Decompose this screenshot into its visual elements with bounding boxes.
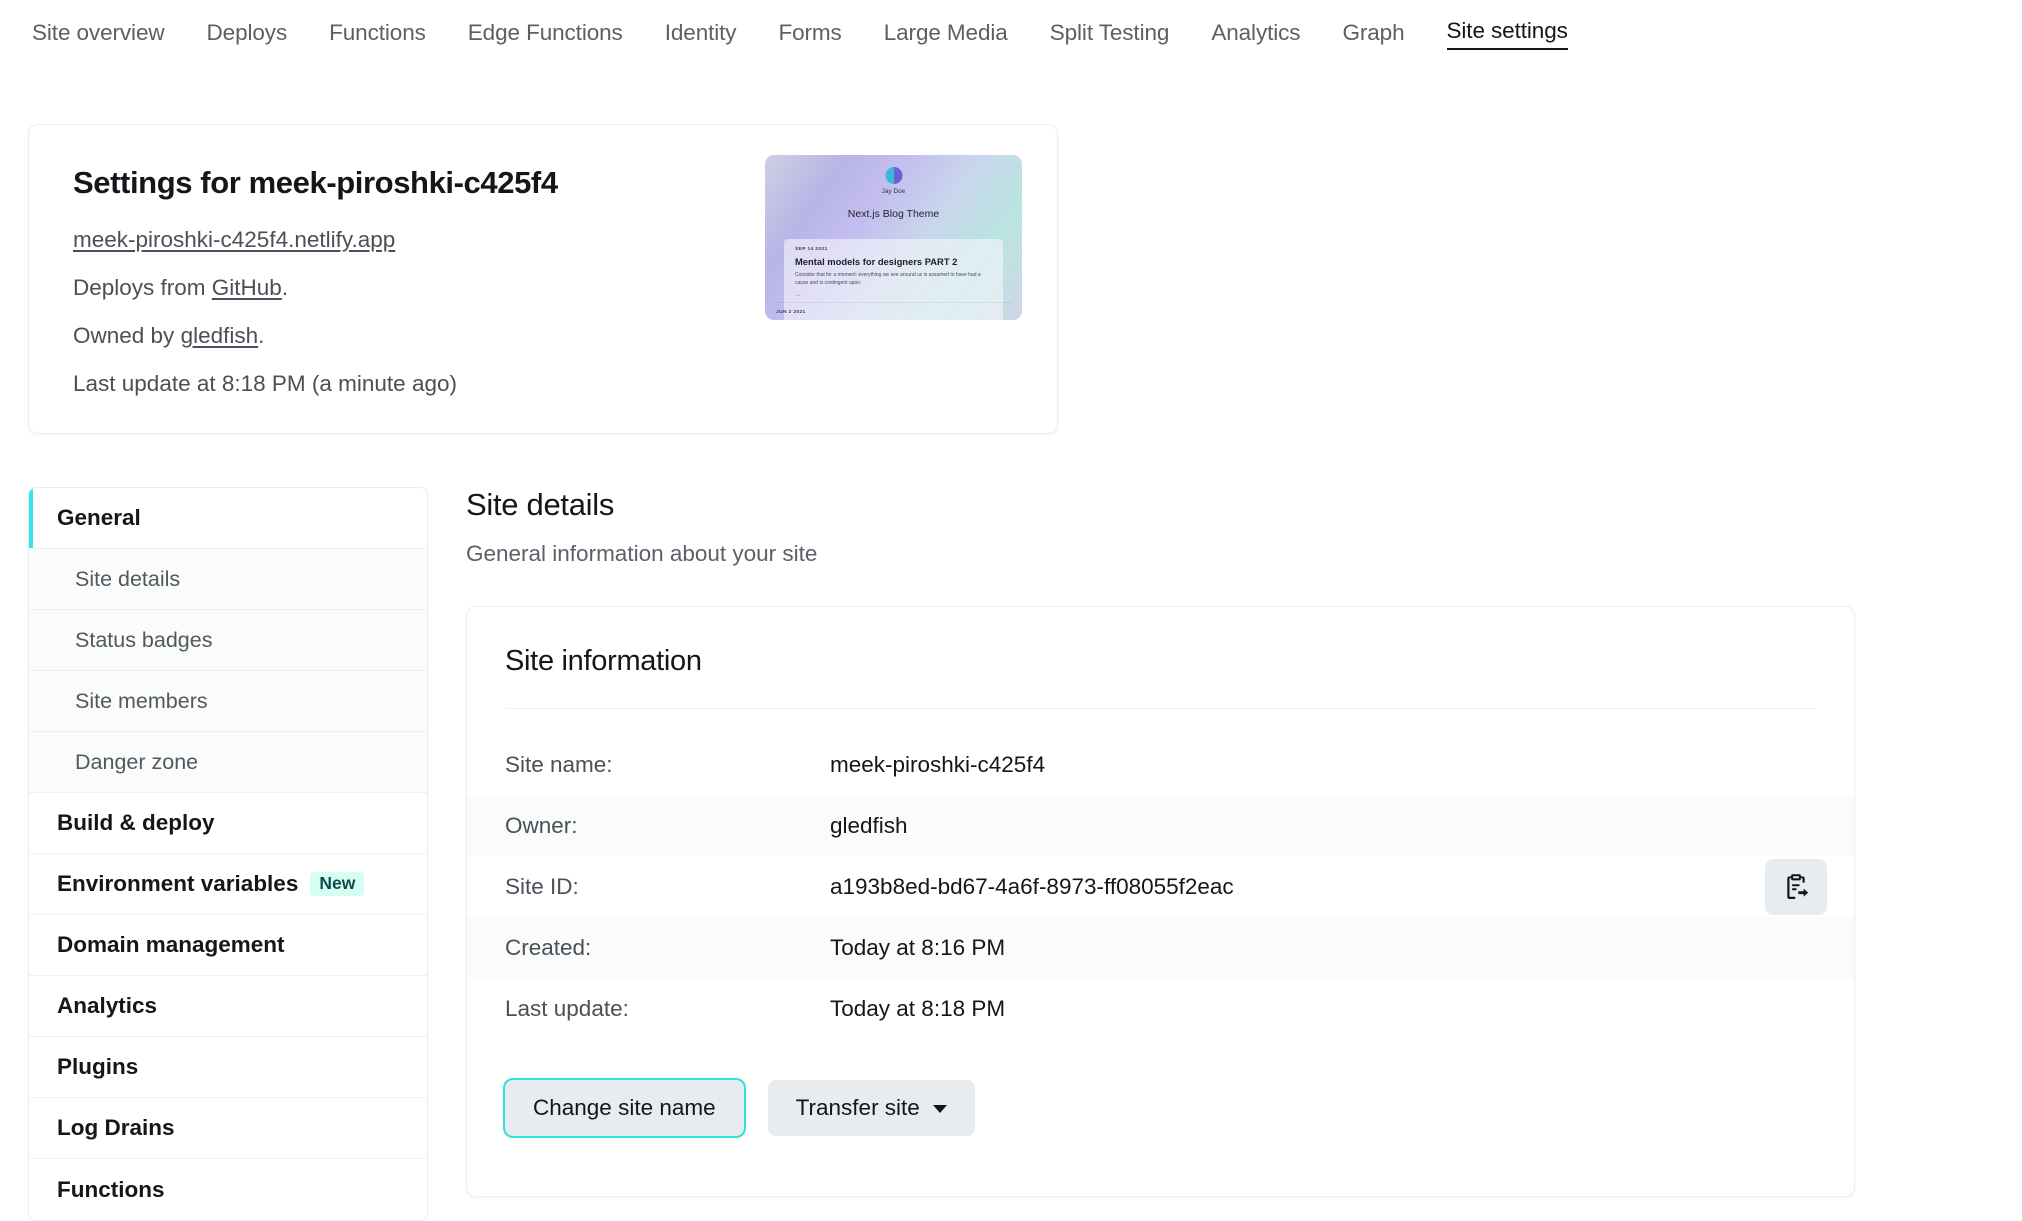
sidebar-item-environment-variables[interactable]: Environment variables New	[29, 854, 427, 915]
card-divider	[505, 708, 1816, 709]
clipboard-copy-icon	[1787, 873, 1809, 899]
row-label: Site name:	[505, 751, 613, 777]
change-site-name-button[interactable]: Change site name	[505, 1080, 744, 1136]
sidebar-item-label: Danger zone	[75, 749, 199, 774]
topnav-item-deploys[interactable]: Deploys	[207, 20, 288, 49]
last-update-line: Last update at 8:18 PM (a minute ago)	[73, 370, 457, 396]
copy-site-id-button[interactable]	[1765, 858, 1827, 915]
row-label: Last update:	[505, 995, 629, 1021]
sidebar-item-label: Site members	[75, 688, 208, 713]
topnav-item-forms[interactable]: Forms	[778, 20, 841, 49]
topnav-item-identity[interactable]: Identity	[665, 20, 737, 49]
row-value: meek-piroshki-c425f4	[830, 751, 1046, 777]
sidebar-item-site-details[interactable]: Site details	[29, 549, 427, 610]
avatar	[885, 167, 902, 184]
sidebar-item-label: General	[57, 505, 141, 530]
topnav-item-site-settings[interactable]: Site settings	[1446, 18, 1568, 50]
row-label: Owner:	[505, 812, 578, 838]
site-information-title: Site information	[505, 645, 702, 677]
chevron-down-icon	[932, 1105, 947, 1113]
arrow-right-icon: →	[795, 291, 801, 298]
row-value: a193b8ed-bd67-4a6f-8973-ff08055f2eac	[830, 873, 1234, 899]
table-row: Created: Today at 8:16 PM	[467, 917, 1854, 978]
sidebar-item-analytics[interactable]: Analytics	[29, 976, 427, 1037]
topnav-item-edge-functions[interactable]: Edge Functions	[468, 20, 623, 49]
topnav-item-analytics[interactable]: Analytics	[1211, 20, 1300, 49]
github-link[interactable]: GitHub	[212, 275, 282, 300]
sidebar-item-label: Domain management	[57, 932, 285, 957]
card-actions: Change site name Transfer site	[505, 1080, 1854, 1196]
topnav-item-site-overview[interactable]: Site overview	[32, 20, 165, 49]
site-preview-thumbnail[interactable]: Jay Doe Next.js Blog Theme SEP 14 2021 M…	[765, 155, 1022, 320]
sidebar-item-domain-management[interactable]: Domain management	[29, 915, 427, 976]
sidebar-item-label: Environment variables	[57, 871, 299, 896]
deploys-from-label: Deploys from	[73, 274, 212, 300]
section-subtitle: General information about your site	[466, 541, 818, 566]
owned-by-label: Owned by	[73, 322, 181, 348]
transfer-site-button[interactable]: Transfer site	[767, 1080, 975, 1136]
sidebar-item-label: Build & deploy	[57, 810, 215, 835]
table-row: Last update: Today at 8:18 PM	[467, 978, 1854, 1039]
topnav-item-large-media[interactable]: Large Media	[884, 20, 1008, 49]
site-information-card: Site information Site name: meek-piroshki…	[466, 606, 1855, 1197]
row-value: gledfish	[830, 812, 908, 838]
row-value: Today at 8:18 PM	[830, 995, 1006, 1021]
sidebar-item-log-drains[interactable]: Log Drains	[29, 1098, 427, 1159]
table-row: Site ID: a193b8ed-bd67-4a6f-8973-ff08055f…	[467, 856, 1854, 917]
owned-by-line: Owned by gledfish.	[73, 323, 1013, 349]
top-navigation: Site overview Deploys Functions Edge Functi…	[0, 0, 2022, 68]
deploys-from-suffix: .	[281, 274, 289, 300]
sidebar-item-site-members[interactable]: Site members	[29, 671, 427, 732]
main-panel: Site details General information about y…	[466, 487, 2022, 1197]
sidebar-item-build-deploy[interactable]: Build & deploy	[29, 793, 427, 854]
site-url-link[interactable]: meek-piroshki-c425f4.netlify.app	[73, 227, 395, 252]
table-row: Owner: gledfish	[467, 795, 1854, 856]
sidebar-item-label: Plugins	[57, 1054, 139, 1079]
sidebar-item-general[interactable]: General	[29, 488, 427, 549]
thumbnail-divider	[776, 302, 1011, 303]
new-badge: New	[310, 871, 365, 897]
sidebar-item-label: Status badges	[75, 627, 213, 652]
row-label: Created:	[505, 934, 592, 960]
row-value: Today at 8:16 PM	[830, 934, 1006, 960]
thumbnail-author: Jay Doe	[881, 188, 906, 195]
sidebar-item-status-badges[interactable]: Status badges	[29, 610, 427, 671]
thumbnail-post-excerpt: Consider that for a moment: everything w…	[795, 272, 981, 286]
button-label: Change site name	[533, 1095, 716, 1120]
thumbnail-next-date: JUN 2 2021	[776, 310, 806, 315]
owner-link[interactable]: gledfish	[181, 323, 259, 348]
thumbnail-post-title: Mental models for designers PART 2	[795, 256, 958, 267]
thumbnail-post-card: SEP 14 2021 Mental models for designers …	[784, 239, 1003, 320]
sidebar-item-functions[interactable]: Functions	[29, 1159, 427, 1220]
topnav-item-graph[interactable]: Graph	[1342, 20, 1404, 49]
topnav-item-split-testing[interactable]: Split Testing	[1050, 20, 1170, 49]
sidebar-item-danger-zone[interactable]: Danger zone	[29, 732, 427, 793]
row-label: Site ID:	[505, 873, 579, 899]
topnav-item-functions[interactable]: Functions	[329, 20, 426, 49]
table-row: Site name: meek-piroshki-c425f4	[467, 734, 1854, 795]
thumbnail-post-date: SEP 14 2021	[795, 247, 828, 252]
settings-sidebar: General Site details Status badges Site mem…	[28, 487, 428, 1221]
sidebar-item-label: Analytics	[57, 993, 158, 1018]
sidebar-item-label: Log Drains	[57, 1115, 175, 1140]
site-information-table: Site name: meek-piroshki-c425f4 Owner: gled…	[467, 734, 1854, 1039]
thumbnail-content: Jay Doe Next.js Blog Theme SEP 14 2021 M…	[765, 155, 1022, 320]
button-label: Transfer site	[795, 1095, 920, 1120]
thumbnail-heading: Next.js Blog Theme	[847, 208, 940, 220]
sidebar-item-plugins[interactable]: Plugins	[29, 1037, 427, 1098]
sidebar-item-label: Site details	[75, 566, 181, 591]
sidebar-item-label: Functions	[57, 1176, 165, 1202]
owned-by-suffix: .	[258, 322, 265, 348]
section-title: Site details	[466, 487, 615, 522]
